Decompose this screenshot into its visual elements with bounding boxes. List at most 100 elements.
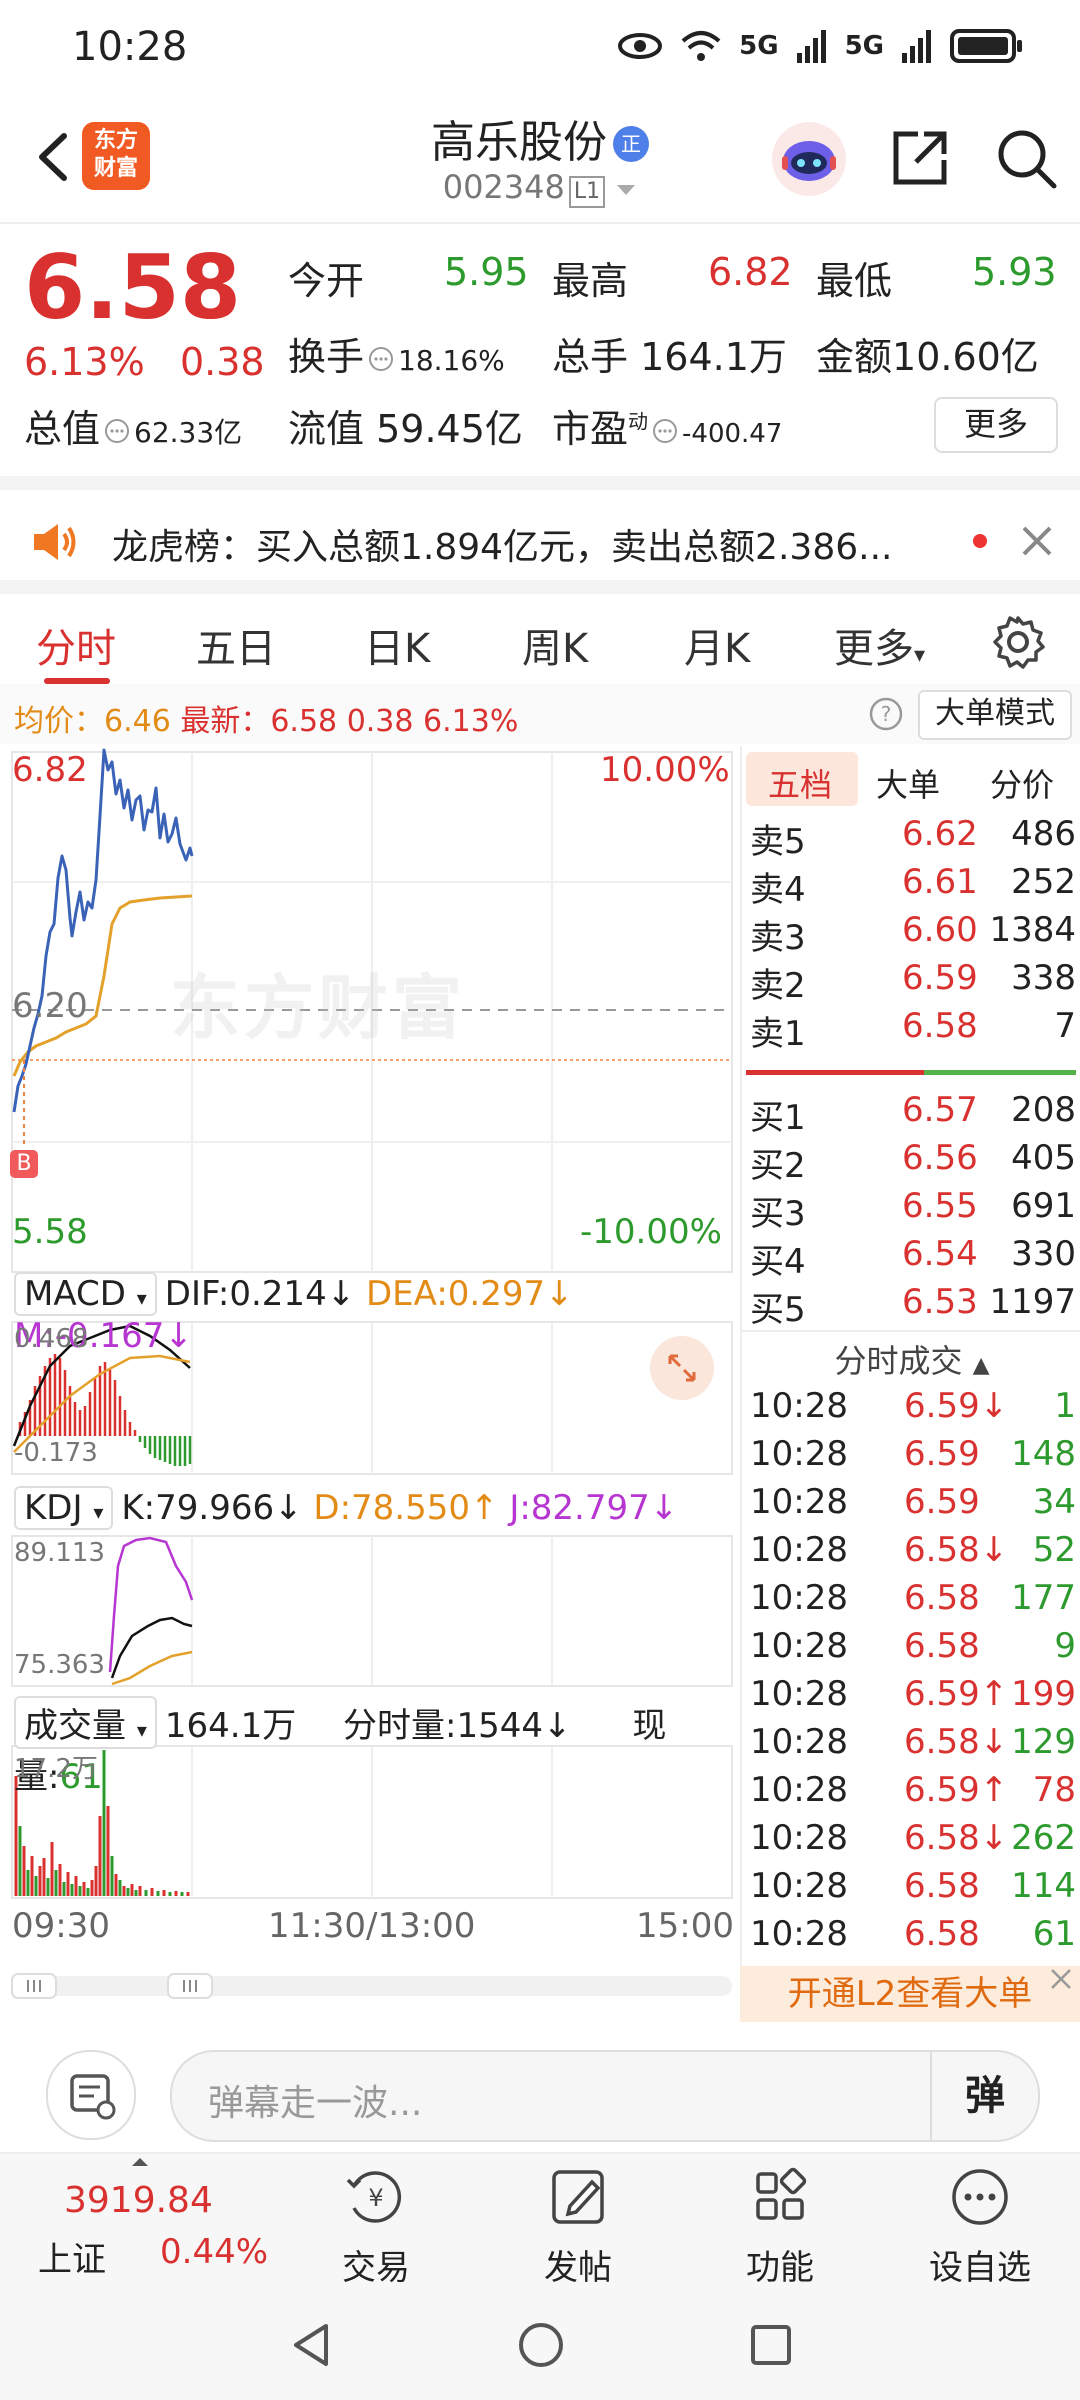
bid-row: 买3 6.55 691 bbox=[750, 1186, 1076, 1234]
ask-row: 卖3 6.60 1384 bbox=[750, 910, 1076, 958]
tick-row: 10:28 6.58 177 bbox=[750, 1578, 1076, 1618]
caret-up-icon: ▲ bbox=[972, 1353, 990, 1378]
kdj-d-line bbox=[111, 1650, 193, 1686]
latest-change: 0.38 bbox=[346, 704, 414, 739]
barrage-toggle-button[interactable]: 弹 bbox=[930, 2052, 1038, 2140]
chevron-down-icon: ▾ bbox=[136, 1286, 147, 1310]
nav-post[interactable]: 发帖 bbox=[508, 2166, 648, 2289]
ticks-title[interactable]: 分时成交 ▲ bbox=[742, 1336, 1080, 1382]
ask-row: 卖5 6.62 486 bbox=[750, 814, 1076, 862]
pe-value: -400.47 bbox=[682, 419, 783, 449]
ticker-text: 龙虎榜：买入总额1.894亿元，卖出总额2.386... bbox=[112, 527, 893, 568]
caret-up-icon bbox=[132, 2158, 148, 2166]
expand-icon bbox=[668, 1354, 696, 1382]
eye-icon bbox=[618, 33, 663, 59]
barrage-settings-button[interactable] bbox=[46, 2050, 136, 2140]
search-icon[interactable] bbox=[994, 126, 1058, 190]
wifi-icon bbox=[681, 31, 721, 61]
tab-monthly-k[interactable]: 月K bbox=[684, 616, 750, 674]
stock-header: 东方 财富 高乐股份正 002348 L1 bbox=[0, 100, 1080, 224]
quote-panel: 6.58 6.13% 0.38 总值 62.33亿 今开 5.95 最高 6.82… bbox=[0, 222, 1080, 472]
bid-row: 买5 6.53 1197 bbox=[750, 1282, 1076, 1330]
tick-row: 10:28 6.59↑ 78 bbox=[750, 1770, 1076, 1810]
tab-weekly-k[interactable]: 周K bbox=[522, 616, 588, 674]
stock-name: 高乐股份 bbox=[431, 117, 607, 168]
pe-superscript: 动 bbox=[628, 409, 649, 434]
intraday-chart-area[interactable]: 东方财富 6.82 10.00% 6.20 5.58 -10.00% B MAC… bbox=[0, 746, 740, 2016]
barrage-input[interactable]: 弹幕走一波... 弹 bbox=[170, 2050, 1040, 2142]
volume-top-label: 17.2万 bbox=[14, 1754, 98, 1784]
nav-add-watchlist[interactable]: 设自选 bbox=[910, 2166, 1050, 2289]
amount-label: 金额 bbox=[816, 335, 893, 379]
avg-label: 均价： bbox=[14, 704, 104, 739]
battery-icon bbox=[950, 29, 1022, 63]
share-icon[interactable] bbox=[888, 126, 952, 190]
bid-row: 买4 6.54 330 bbox=[750, 1234, 1076, 1282]
info-icon bbox=[653, 419, 678, 443]
big-order-mode-button[interactable]: 大单模式 bbox=[918, 690, 1072, 740]
order-book-panel: 五档 大单 分价 卖5 6.62 486 卖4 6.61 252 卖3 6.60 1384 … bbox=[740, 746, 1080, 2016]
tick-row: 10:28 6.58↓ 129 bbox=[750, 1722, 1076, 1762]
average-price-bar: 均价：6.46 最新：6.58 0.38 6.13% ? 大单模式 bbox=[0, 684, 1080, 744]
chart-tabs: 分时 五日 日K 周K 月K 更多▾ bbox=[0, 580, 1080, 696]
pct-max-label: 10.00% bbox=[600, 750, 730, 790]
x-start-label: 09:30 bbox=[12, 1906, 110, 1946]
comment-bar: 弹幕走一波... 弹 bbox=[0, 2030, 1080, 2150]
nav-functions[interactable]: 功能 bbox=[710, 2166, 850, 2289]
macd-dea: DEA:0.297↓ bbox=[366, 1274, 574, 1314]
x-mid-label: 11:30/13:00 bbox=[268, 1906, 476, 1946]
robot-assistant-icon[interactable] bbox=[770, 120, 848, 198]
ask-row: 卖4 6.61 252 bbox=[750, 862, 1076, 910]
home-circle-icon[interactable] bbox=[516, 2320, 566, 2370]
status-bar: 10:28 5G 5G bbox=[0, 0, 1080, 100]
avg-value: 6.46 bbox=[104, 704, 171, 739]
tab-five-levels[interactable]: 五档 bbox=[768, 760, 832, 806]
info-icon bbox=[105, 419, 130, 443]
tab-price-distribution[interactable]: 分价 bbox=[990, 760, 1054, 806]
expand-chart-button[interactable] bbox=[650, 1336, 714, 1400]
low-label: 最低 bbox=[816, 259, 893, 303]
y-max-label: 6.82 bbox=[12, 750, 88, 790]
help-icon[interactable]: ? bbox=[868, 696, 904, 732]
y-min-label: 5.58 bbox=[12, 1212, 88, 1252]
kdj-j: J:82.797↓ bbox=[509, 1488, 679, 1528]
index-value[interactable]: 3919.84 bbox=[64, 2180, 213, 2221]
close-icon[interactable] bbox=[1020, 524, 1054, 558]
tab-five-day[interactable]: 五日 bbox=[196, 616, 276, 674]
more-quote-button[interactable]: 更多 bbox=[934, 397, 1058, 453]
news-ticker[interactable]: 龙虎榜：买入总额1.894亿元，卖出总额2.386... bbox=[0, 476, 1080, 590]
chevron-down-icon: ▾ bbox=[914, 643, 926, 668]
info-icon bbox=[369, 347, 394, 371]
volume-header: 成交量 ▾ 164.1万 分时量:1544↓ 现量:61 bbox=[14, 1696, 740, 1798]
tick-row: 10:28 6.58 114 bbox=[750, 1866, 1076, 1906]
close-icon[interactable] bbox=[1048, 1966, 1074, 1992]
open-value: 5.95 bbox=[444, 250, 529, 294]
index-name: 上证 bbox=[38, 2240, 106, 2280]
nav-trade[interactable]: ¥ 交易 bbox=[306, 2166, 446, 2289]
kdj-selector[interactable]: KDJ ▾ bbox=[14, 1486, 114, 1530]
kdj-k-line bbox=[110, 1616, 193, 1679]
grid-apps-icon bbox=[756, 2167, 807, 2220]
tab-intraday[interactable]: 分时 bbox=[36, 616, 116, 674]
macd-top-label: 0.468 bbox=[14, 1324, 89, 1354]
minute-volume-label: 分时量: bbox=[343, 1706, 457, 1746]
tab-big-orders[interactable]: 大单 bbox=[876, 760, 940, 806]
settings-gear-icon[interactable] bbox=[990, 614, 1046, 670]
sell-strength-bar bbox=[746, 1070, 924, 1075]
tab-daily-k[interactable]: 日K bbox=[364, 616, 430, 674]
watermark: 东方财富 bbox=[170, 967, 466, 1049]
edit-post-icon bbox=[552, 2170, 604, 2224]
back-triangle-icon[interactable] bbox=[286, 2320, 336, 2370]
volume-selector[interactable]: 成交量 ▾ bbox=[14, 1696, 157, 1749]
l2-promo-banner[interactable]: 开通L2查看大单 bbox=[740, 1966, 1080, 2022]
intraday-chart-svg bbox=[11, 748, 733, 1999]
latest-label: 最新： bbox=[180, 704, 271, 739]
macd-selector[interactable]: MACD ▾ bbox=[14, 1272, 157, 1316]
ask-row: 卖2 6.59 338 bbox=[750, 958, 1076, 1006]
tick-row: 10:28 6.58 9 bbox=[750, 1626, 1076, 1666]
tab-more[interactable]: 更多▾ bbox=[834, 616, 925, 674]
tick-row: 10:28 6.59 148 bbox=[750, 1434, 1076, 1474]
buy-marker[interactable]: B bbox=[10, 1150, 38, 1178]
latest-value: 6.58 bbox=[270, 704, 338, 739]
recents-square-icon[interactable] bbox=[746, 2320, 796, 2370]
